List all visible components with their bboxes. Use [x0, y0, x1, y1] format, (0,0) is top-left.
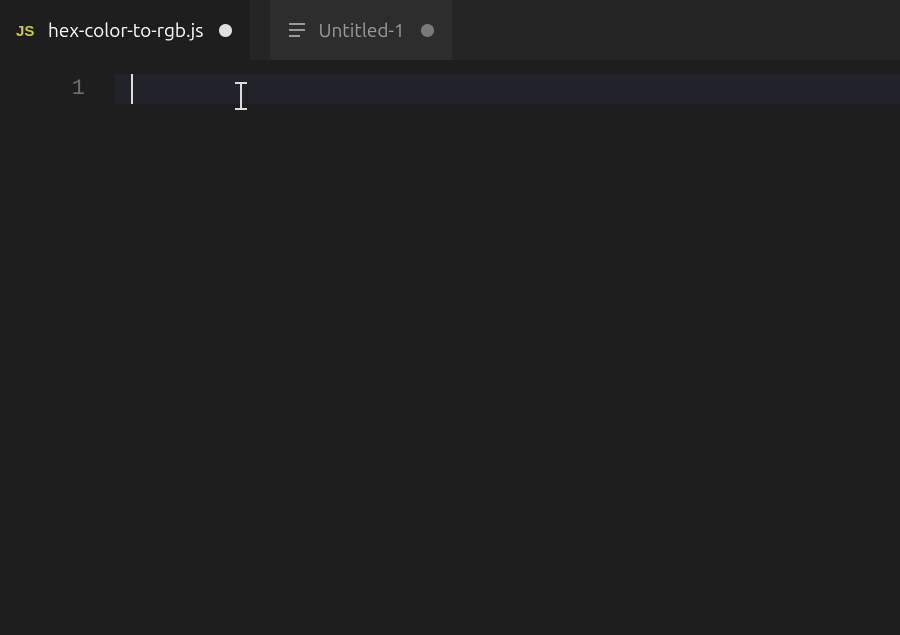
tab-bar: JS hex-color-to-rgb.js Untitled-1 [0, 0, 900, 60]
tab-label: Untitled-1 [318, 19, 404, 41]
editor-area: 1 [0, 60, 900, 635]
line-number-gutter: 1 [0, 60, 115, 635]
editor-window: JS hex-color-to-rgb.js Untitled-1 1 [0, 0, 900, 635]
tab-spacer [250, 0, 270, 60]
modified-indicator-icon[interactable] [219, 24, 232, 37]
text-caret [131, 74, 133, 104]
modified-indicator-icon[interactable] [421, 24, 434, 37]
svg-text:JS: JS [16, 23, 34, 40]
js-file-icon: JS [16, 19, 38, 41]
text-lines-icon [286, 19, 308, 41]
active-line-highlight [115, 74, 900, 104]
tab-hex-color-to-rgb[interactable]: JS hex-color-to-rgb.js [0, 0, 250, 60]
code-text-area[interactable] [115, 60, 900, 635]
tab-untitled-1[interactable]: Untitled-1 [270, 0, 451, 60]
line-number: 1 [0, 74, 85, 104]
tab-label: hex-color-to-rgb.js [48, 19, 203, 41]
